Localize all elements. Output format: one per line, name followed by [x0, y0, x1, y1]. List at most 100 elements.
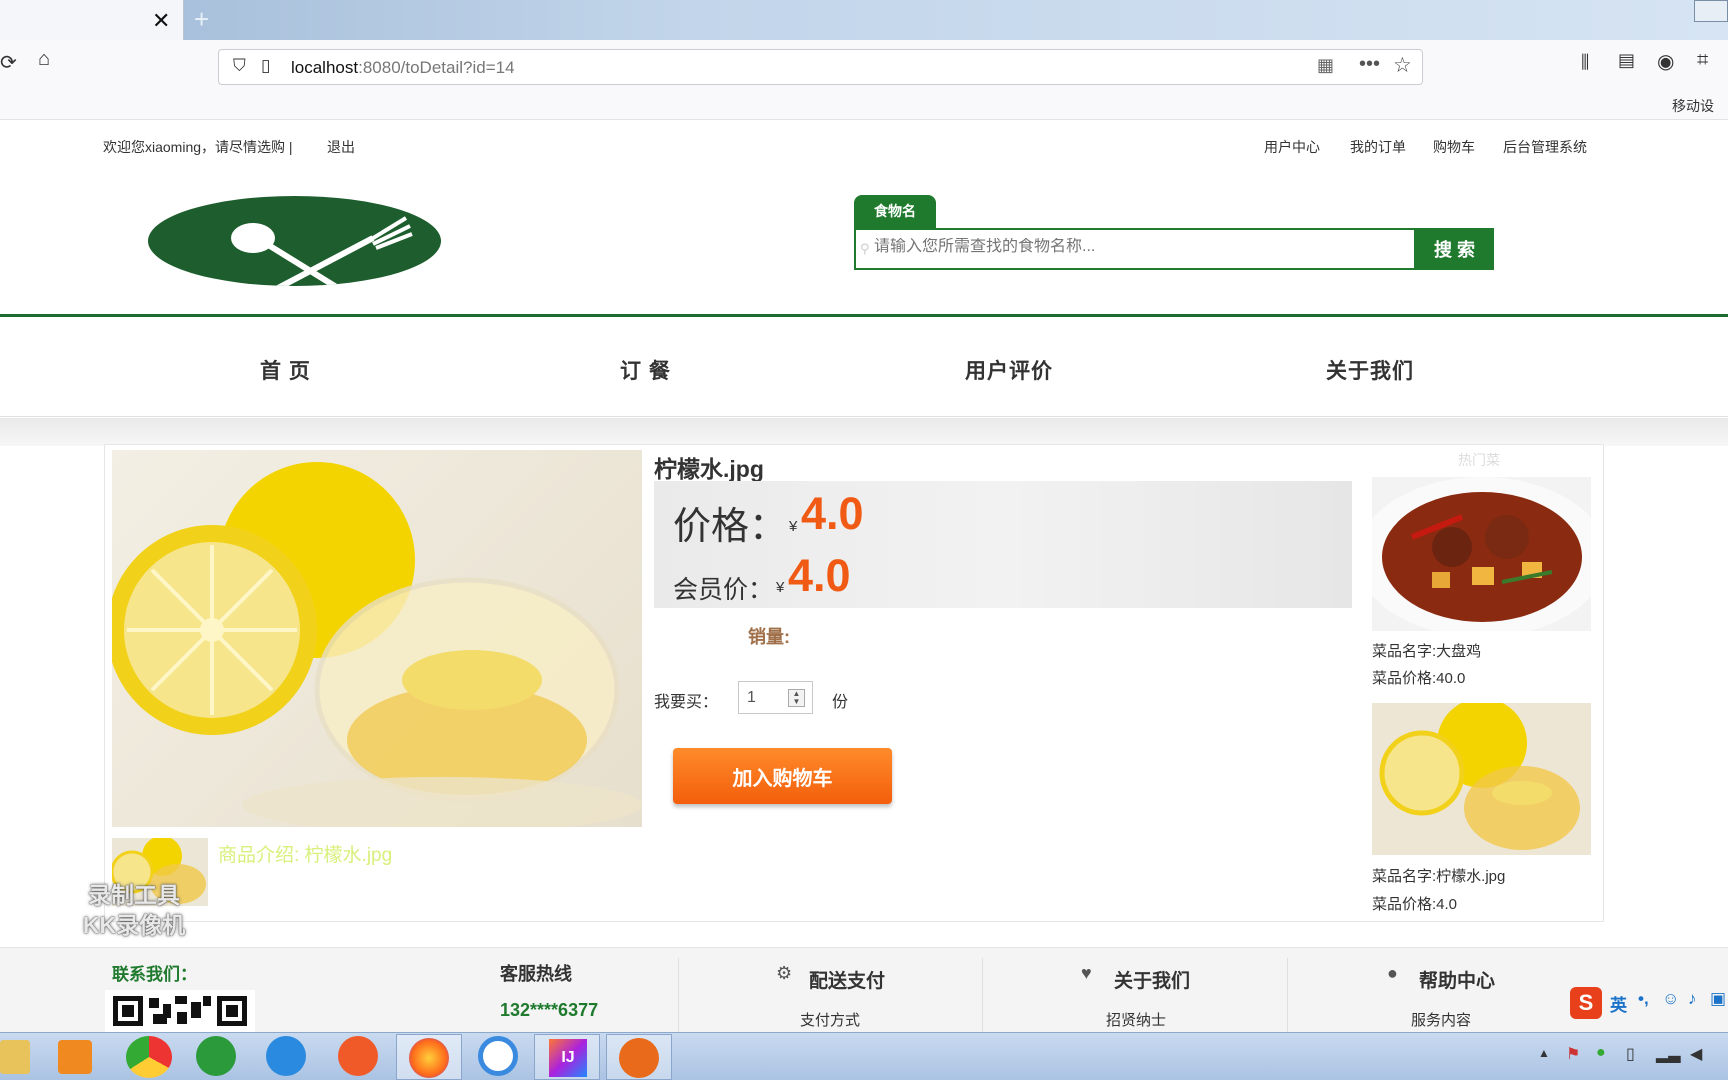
buy-label: 我要买：	[654, 694, 719, 711]
price-value: 4.0	[801, 488, 864, 539]
sogou-icon[interactable]: S	[1570, 987, 1602, 1019]
nav-shadow	[0, 418, 1728, 446]
screenshot-icon[interactable]: ⌗	[1697, 49, 1708, 72]
shield-icon[interactable]: ⛉	[233, 56, 246, 76]
footer-delivery-title[interactable]: 配送支付	[809, 966, 885, 993]
mobile-bookmarks[interactable]: 移动设	[1672, 96, 1714, 116]
nav-order[interactable]: 订 餐	[620, 355, 671, 385]
ime-toolbar[interactable]: S 英 •, ☺ ♪ ▣	[1570, 985, 1728, 1021]
unit-label: 份	[832, 694, 849, 711]
chrome-icon[interactable]	[126, 1036, 172, 1078]
sidebar-icon[interactable]: ▤	[1618, 50, 1635, 71]
qr-code	[105, 990, 255, 1032]
help-icon: ●	[1387, 963, 1398, 983]
intellij-taskbar-button[interactable]: IJ	[534, 1034, 600, 1080]
hot-dish-price: 菜品价格:4.0	[1372, 896, 1458, 913]
ime-more-icon[interactable]: ▣	[1710, 989, 1726, 1009]
site-logo[interactable]	[148, 196, 441, 286]
hotline-number: 132****6377	[500, 1000, 599, 1020]
hot-dishes-title: 热门菜	[1458, 452, 1500, 468]
top-info-bar: 欢迎您xiaoming，请尽情选购 | 退出 用户中心 我的订单 购物车 后台管…	[0, 121, 1728, 171]
tray-volume-icon[interactable]: ◀	[1690, 1044, 1702, 1064]
firefox-taskbar-button[interactable]	[396, 1034, 462, 1080]
sales-label: 销量:	[748, 627, 790, 647]
recorder-watermark: 录制工具 KK录像机	[64, 880, 204, 940]
chat-app-icon[interactable]	[266, 1036, 306, 1076]
footer-about-title[interactable]: 关于我们	[1114, 966, 1190, 993]
nav-about[interactable]: 关于我们	[1326, 355, 1414, 385]
tray-network-icon[interactable]: ▂▃	[1656, 1044, 1681, 1064]
hot-dish-image[interactable]	[1372, 703, 1591, 855]
search-icon: ⚲	[860, 241, 870, 256]
hot-dish-name[interactable]: 菜品名字:柠檬水.jpg	[1372, 865, 1505, 886]
url-text[interactable]: localhost:8080/toDetail?id=14	[291, 58, 515, 78]
file-explorer-icon[interactable]	[0, 1040, 30, 1074]
media-player-icon[interactable]	[58, 1040, 92, 1074]
firefox-icon	[409, 1038, 449, 1078]
tray-device-icon[interactable]: ▯	[1626, 1044, 1635, 1064]
intellij-icon: IJ	[549, 1039, 587, 1077]
tray-flag-icon[interactable]: ⚑	[1566, 1044, 1580, 1064]
cart-link[interactable]: 购物车	[1433, 137, 1475, 157]
ime-emoji-icon[interactable]: ☺	[1662, 989, 1679, 1009]
qr-code-icon[interactable]: ▦	[1317, 55, 1334, 76]
recorder-icon	[619, 1038, 659, 1078]
hot-dish-name[interactable]: 菜品名字:大盘鸡	[1372, 640, 1481, 661]
member-currency: ¥	[776, 579, 785, 596]
footer-help-title[interactable]: 帮助中心	[1419, 966, 1495, 993]
admin-link[interactable]: 后台管理系统	[1503, 137, 1587, 157]
close-tab-icon[interactable]: ✕	[152, 8, 170, 34]
recorder-taskbar-button[interactable]	[606, 1034, 672, 1080]
nav-home[interactable]: 首 页	[260, 355, 311, 385]
url-bar[interactable]: ⛉ ▯ localhost:8080/toDetail?id=14 ▦ ••• …	[218, 49, 1423, 85]
bookmark-star-icon[interactable]: ☆	[1393, 53, 1412, 78]
nav-reviews[interactable]: 用户评价	[965, 355, 1053, 385]
page-icon: ▯	[261, 56, 271, 75]
footer-divider	[1287, 958, 1288, 1032]
home-icon[interactable]: ⌂	[38, 48, 50, 71]
hot-dish-image[interactable]	[1372, 477, 1591, 631]
search-button[interactable]: 搜 索	[1415, 228, 1494, 270]
tray-wechat-icon[interactable]: ●	[1596, 1044, 1606, 1062]
delivery-icon: ⚙	[776, 963, 793, 983]
tray-expand-icon[interactable]: ▲	[1538, 1046, 1550, 1060]
baidu-netdisk-icon[interactable]	[478, 1036, 518, 1076]
library-icon[interactable]: ⫼	[1581, 52, 1589, 73]
hot-dish-price: 菜品价格:40.0	[1372, 670, 1466, 687]
footer-payment-link[interactable]: 支付方式	[800, 1009, 860, 1030]
watermark-line2: KK录像机	[82, 912, 186, 938]
taskbar	[0, 1032, 1728, 1080]
window-restore-button[interactable]	[1694, 0, 1728, 22]
search-input[interactable]	[874, 238, 1394, 256]
new-tab-button[interactable]: +	[194, 4, 209, 35]
my-orders-link[interactable]: 我的订单	[1350, 137, 1406, 157]
browser-tab[interactable]: ✕	[0, 0, 184, 40]
footer-divider	[678, 958, 679, 1032]
watermark-line1: 录制工具	[88, 882, 180, 908]
bookmarks-bar: 移动设	[0, 90, 1728, 120]
footer-divider	[982, 958, 983, 1032]
green-app-icon[interactable]	[196, 1036, 236, 1076]
reload-icon[interactable]: ⟳	[0, 50, 17, 75]
logout-link[interactable]: 退出	[327, 137, 355, 157]
member-price-value: 4.0	[788, 550, 851, 601]
search-box: ⚲	[854, 228, 1416, 270]
add-to-cart-button[interactable]: 加入购物车	[673, 748, 892, 804]
user-center-link[interactable]: 用户中心	[1264, 137, 1320, 157]
footer-service-link[interactable]: 服务内容	[1411, 1009, 1471, 1030]
price-label: 价格：	[673, 506, 788, 548]
ime-mic-icon[interactable]: ♪	[1688, 989, 1697, 1009]
hotline-label: 客服热线	[500, 964, 572, 984]
quantity-stepper[interactable]: ▲ ▼	[788, 689, 805, 707]
member-price-label: 会员价：	[673, 576, 774, 604]
tab-bar: ✕ +	[0, 0, 1728, 40]
account-icon[interactable]: ◉	[1657, 49, 1674, 74]
welcome-text: 欢迎您xiaoming，请尽情选购 |	[103, 139, 293, 155]
ime-punct-icon[interactable]: •,	[1638, 989, 1649, 1009]
search-category-tab[interactable]: 食物名	[854, 195, 936, 228]
editor-app-icon[interactable]	[338, 1036, 378, 1076]
footer-jobs-link[interactable]: 招贤纳士	[1106, 1009, 1166, 1030]
main-nav: 首 页 订 餐 用户评价 关于我们	[0, 317, 1728, 417]
ime-lang[interactable]: 英	[1610, 991, 1627, 1016]
more-icon[interactable]: •••	[1359, 53, 1380, 76]
